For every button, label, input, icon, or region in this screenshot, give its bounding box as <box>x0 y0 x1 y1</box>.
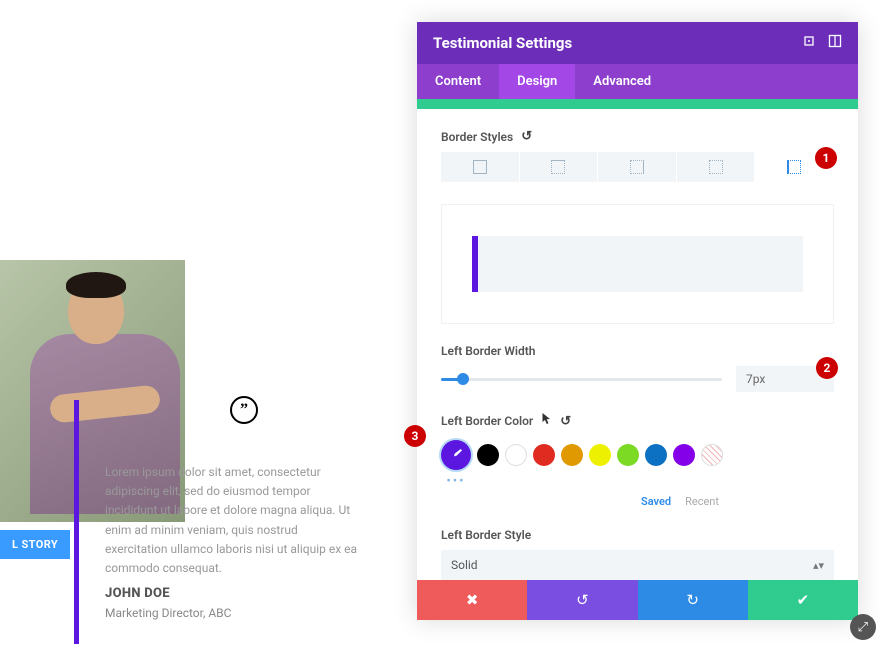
left-border-preview <box>74 400 79 644</box>
border-preview-box <box>441 204 834 324</box>
author-role: Marketing Director, ABC <box>105 606 231 620</box>
left-border-style-label: Left Border Style <box>441 528 834 542</box>
accordion-border-open <box>417 99 858 109</box>
reset-icon[interactable]: ↺ <box>560 414 571 429</box>
expand-icon[interactable] <box>802 34 816 52</box>
panel-body: Border Styles ↺ Left Border Width 7px Le… <box>417 99 858 580</box>
swatch-white[interactable] <box>505 444 527 466</box>
full-story-button[interactable]: L STORY <box>0 530 70 559</box>
swatch-yellow[interactable] <box>589 444 611 466</box>
border-style-all[interactable] <box>441 152 520 182</box>
tab-advanced[interactable]: Advanced <box>575 64 669 99</box>
swatch-black[interactable] <box>477 444 499 466</box>
more-colors-icon[interactable]: ••• <box>441 474 471 489</box>
cancel-button[interactable]: ✖ <box>417 580 527 620</box>
left-border-width-slider[interactable] <box>441 370 722 388</box>
left-border-style-select[interactable]: Solid ▴▾ <box>441 550 834 580</box>
panel-tabs: Content Design Advanced <box>417 64 858 99</box>
swatch-green[interactable] <box>617 444 639 466</box>
border-style-top[interactable] <box>520 152 599 182</box>
settings-panel: Testimonial Settings Content Design Adva… <box>417 22 858 620</box>
panel-title: Testimonial Settings <box>433 34 572 52</box>
undo-button[interactable]: ↺ <box>527 580 637 620</box>
recent-colors-tab[interactable]: Recent <box>685 495 719 508</box>
cursor-icon <box>541 412 552 430</box>
saved-colors-tab[interactable]: Saved <box>641 495 671 508</box>
left-border-color-label: Left Border Color ↺ <box>441 412 834 430</box>
panel-footer: ✖ ↺ ↻ ✔ <box>417 580 858 620</box>
swatch-blue[interactable] <box>645 444 667 466</box>
color-swatches <box>441 440 834 470</box>
border-styles-label: Border Styles ↺ <box>441 129 834 144</box>
border-style-bottom[interactable] <box>677 152 756 182</box>
testimonial-preview: L STORY ” Lorem ipsum dolor sit amet, co… <box>0 0 370 644</box>
swatch-orange[interactable] <box>561 444 583 466</box>
panel-header[interactable]: Testimonial Settings <box>417 22 858 64</box>
border-preview-inner <box>472 236 803 292</box>
swatch-red[interactable] <box>533 444 555 466</box>
swatch-none[interactable] <box>701 444 723 466</box>
chevron-updown-icon: ▴▾ <box>813 559 824 572</box>
tab-design[interactable]: Design <box>499 64 575 99</box>
redo-button[interactable]: ↻ <box>638 580 748 620</box>
callout-3: 3 <box>404 425 426 447</box>
quote-icon: ” <box>230 396 258 424</box>
author-name: JOHN DOE <box>105 586 170 601</box>
left-border-width-label: Left Border Width <box>441 344 834 358</box>
callout-2: 2 <box>816 357 838 379</box>
reset-icon[interactable]: ↺ <box>521 129 532 144</box>
swatch-purple[interactable] <box>673 444 695 466</box>
tab-content[interactable]: Content <box>417 64 499 99</box>
eyedropper-icon <box>448 447 464 463</box>
testimonial-body: Lorem ipsum dolor sit amet, consectetur … <box>105 463 360 578</box>
slider-thumb[interactable] <box>457 373 469 385</box>
swatch-picked[interactable] <box>441 440 471 470</box>
border-style-picker <box>441 152 834 182</box>
border-style-right[interactable] <box>598 152 677 182</box>
layout-icon[interactable] <box>828 34 842 52</box>
callout-1: 1 <box>815 147 837 169</box>
save-button[interactable]: ✔ <box>748 580 858 620</box>
